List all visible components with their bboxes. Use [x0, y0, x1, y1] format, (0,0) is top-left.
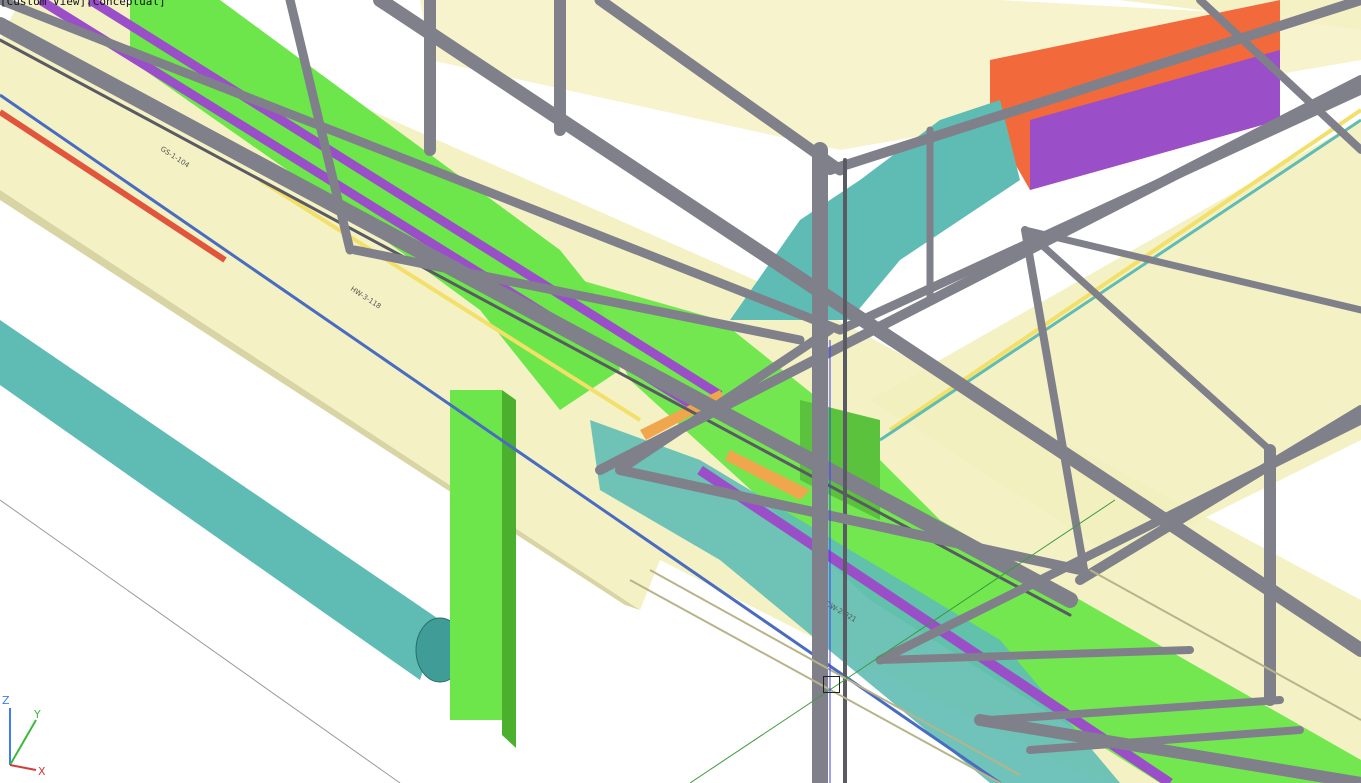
viewport-label[interactable]: [Custom View][Conceptual]	[0, 0, 166, 8]
ucs-x-axis	[9, 764, 37, 771]
3d-model-scene[interactable]: GS-1-104 CW-2-021 HW-3-118	[0, 0, 1361, 783]
ucs-icon: Z Y X	[2, 694, 46, 778]
ucs-x-label: X	[38, 765, 46, 778]
ucs-z-label: Z	[2, 694, 10, 707]
green-column[interactable]	[450, 390, 502, 720]
model-viewport[interactable]: [Custom View][Conceptual] GS-1-104 CW-2-…	[0, 0, 1361, 783]
cursor-pickbox	[823, 676, 840, 693]
ucs-y-label: Y	[33, 708, 41, 721]
ucs-y-axis	[9, 719, 37, 766]
guide-line-1	[0, 499, 401, 783]
